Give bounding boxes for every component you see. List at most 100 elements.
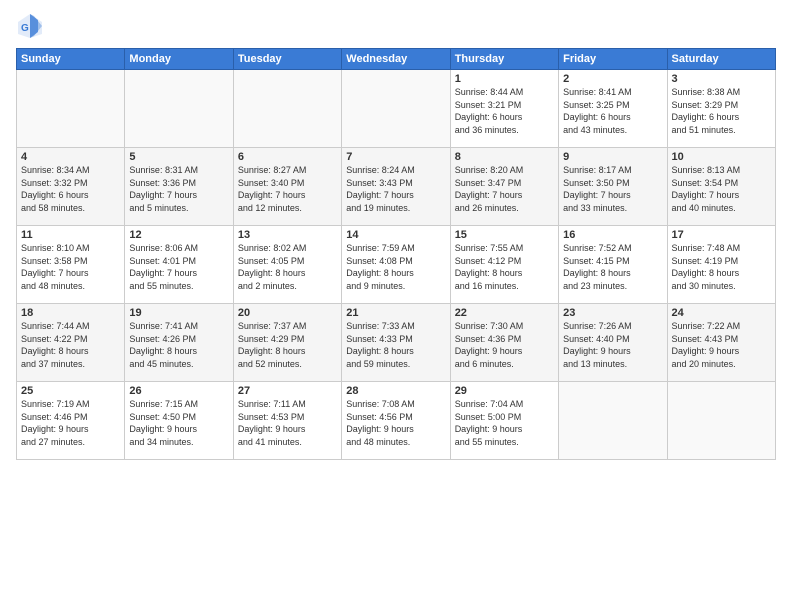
day-info: Sunrise: 7:55 AM Sunset: 4:12 PM Dayligh… [455, 242, 554, 292]
weekday-header-thursday: Thursday [450, 49, 558, 70]
header: G [16, 12, 776, 40]
day-number: 23 [563, 307, 662, 319]
calendar-cell: 4Sunrise: 8:34 AM Sunset: 3:32 PM Daylig… [17, 148, 125, 226]
calendar-cell: 14Sunrise: 7:59 AM Sunset: 4:08 PM Dayli… [342, 226, 450, 304]
calendar-body: 1Sunrise: 8:44 AM Sunset: 3:21 PM Daylig… [17, 70, 776, 460]
day-number: 10 [672, 151, 771, 163]
calendar-header: SundayMondayTuesdayWednesdayThursdayFrid… [17, 49, 776, 70]
day-info: Sunrise: 7:26 AM Sunset: 4:40 PM Dayligh… [563, 320, 662, 370]
calendar-cell [233, 70, 341, 148]
day-number: 27 [238, 385, 337, 397]
calendar-cell: 2Sunrise: 8:41 AM Sunset: 3:25 PM Daylig… [559, 70, 667, 148]
calendar-cell: 6Sunrise: 8:27 AM Sunset: 3:40 PM Daylig… [233, 148, 341, 226]
day-number: 1 [455, 73, 554, 85]
day-info: Sunrise: 7:19 AM Sunset: 4:46 PM Dayligh… [21, 398, 120, 448]
week-row-1: 1Sunrise: 8:44 AM Sunset: 3:21 PM Daylig… [17, 70, 776, 148]
day-info: Sunrise: 8:44 AM Sunset: 3:21 PM Dayligh… [455, 86, 554, 136]
calendar-cell: 24Sunrise: 7:22 AM Sunset: 4:43 PM Dayli… [667, 304, 775, 382]
calendar-cell: 18Sunrise: 7:44 AM Sunset: 4:22 PM Dayli… [17, 304, 125, 382]
day-info: Sunrise: 7:44 AM Sunset: 4:22 PM Dayligh… [21, 320, 120, 370]
day-info: Sunrise: 8:24 AM Sunset: 3:43 PM Dayligh… [346, 164, 445, 214]
day-info: Sunrise: 7:41 AM Sunset: 4:26 PM Dayligh… [129, 320, 228, 370]
calendar-page: G SundayMondayTuesdayWednesdayThursdayFr… [0, 0, 792, 612]
calendar-cell: 15Sunrise: 7:55 AM Sunset: 4:12 PM Dayli… [450, 226, 558, 304]
day-info: Sunrise: 8:34 AM Sunset: 3:32 PM Dayligh… [21, 164, 120, 214]
day-number: 13 [238, 229, 337, 241]
calendar-cell: 25Sunrise: 7:19 AM Sunset: 4:46 PM Dayli… [17, 382, 125, 460]
calendar-cell: 19Sunrise: 7:41 AM Sunset: 4:26 PM Dayli… [125, 304, 233, 382]
day-info: Sunrise: 7:11 AM Sunset: 4:53 PM Dayligh… [238, 398, 337, 448]
day-info: Sunrise: 7:52 AM Sunset: 4:15 PM Dayligh… [563, 242, 662, 292]
day-number: 9 [563, 151, 662, 163]
week-row-4: 18Sunrise: 7:44 AM Sunset: 4:22 PM Dayli… [17, 304, 776, 382]
weekday-row: SundayMondayTuesdayWednesdayThursdayFrid… [17, 49, 776, 70]
day-info: Sunrise: 8:41 AM Sunset: 3:25 PM Dayligh… [563, 86, 662, 136]
day-info: Sunrise: 7:22 AM Sunset: 4:43 PM Dayligh… [672, 320, 771, 370]
day-number: 29 [455, 385, 554, 397]
day-info: Sunrise: 8:10 AM Sunset: 3:58 PM Dayligh… [21, 242, 120, 292]
day-number: 28 [346, 385, 445, 397]
weekday-header-friday: Friday [559, 49, 667, 70]
day-info: Sunrise: 7:37 AM Sunset: 4:29 PM Dayligh… [238, 320, 337, 370]
calendar-cell: 29Sunrise: 7:04 AM Sunset: 5:00 PM Dayli… [450, 382, 558, 460]
day-number: 12 [129, 229, 228, 241]
day-info: Sunrise: 7:48 AM Sunset: 4:19 PM Dayligh… [672, 242, 771, 292]
day-number: 20 [238, 307, 337, 319]
calendar-cell: 11Sunrise: 8:10 AM Sunset: 3:58 PM Dayli… [17, 226, 125, 304]
day-info: Sunrise: 8:06 AM Sunset: 4:01 PM Dayligh… [129, 242, 228, 292]
calendar-cell: 26Sunrise: 7:15 AM Sunset: 4:50 PM Dayli… [125, 382, 233, 460]
calendar-cell: 12Sunrise: 8:06 AM Sunset: 4:01 PM Dayli… [125, 226, 233, 304]
day-info: Sunrise: 8:27 AM Sunset: 3:40 PM Dayligh… [238, 164, 337, 214]
day-info: Sunrise: 8:13 AM Sunset: 3:54 PM Dayligh… [672, 164, 771, 214]
weekday-header-saturday: Saturday [667, 49, 775, 70]
day-number: 16 [563, 229, 662, 241]
calendar-cell: 13Sunrise: 8:02 AM Sunset: 4:05 PM Dayli… [233, 226, 341, 304]
calendar-cell: 3Sunrise: 8:38 AM Sunset: 3:29 PM Daylig… [667, 70, 775, 148]
logo-icon: G [16, 12, 44, 40]
calendar-cell [342, 70, 450, 148]
svg-text:G: G [21, 23, 29, 34]
calendar-cell: 21Sunrise: 7:33 AM Sunset: 4:33 PM Dayli… [342, 304, 450, 382]
calendar-cell: 16Sunrise: 7:52 AM Sunset: 4:15 PM Dayli… [559, 226, 667, 304]
day-info: Sunrise: 7:30 AM Sunset: 4:36 PM Dayligh… [455, 320, 554, 370]
calendar-cell: 9Sunrise: 8:17 AM Sunset: 3:50 PM Daylig… [559, 148, 667, 226]
day-number: 8 [455, 151, 554, 163]
day-info: Sunrise: 8:38 AM Sunset: 3:29 PM Dayligh… [672, 86, 771, 136]
calendar-cell: 8Sunrise: 8:20 AM Sunset: 3:47 PM Daylig… [450, 148, 558, 226]
day-info: Sunrise: 7:59 AM Sunset: 4:08 PM Dayligh… [346, 242, 445, 292]
day-info: Sunrise: 8:17 AM Sunset: 3:50 PM Dayligh… [563, 164, 662, 214]
calendar-cell: 23Sunrise: 7:26 AM Sunset: 4:40 PM Dayli… [559, 304, 667, 382]
weekday-header-tuesday: Tuesday [233, 49, 341, 70]
day-info: Sunrise: 7:08 AM Sunset: 4:56 PM Dayligh… [346, 398, 445, 448]
weekday-header-wednesday: Wednesday [342, 49, 450, 70]
calendar-cell: 5Sunrise: 8:31 AM Sunset: 3:36 PM Daylig… [125, 148, 233, 226]
calendar-cell [667, 382, 775, 460]
calendar-cell [17, 70, 125, 148]
day-number: 22 [455, 307, 554, 319]
week-row-5: 25Sunrise: 7:19 AM Sunset: 4:46 PM Dayli… [17, 382, 776, 460]
day-number: 3 [672, 73, 771, 85]
day-number: 5 [129, 151, 228, 163]
calendar-cell: 22Sunrise: 7:30 AM Sunset: 4:36 PM Dayli… [450, 304, 558, 382]
day-info: Sunrise: 8:02 AM Sunset: 4:05 PM Dayligh… [238, 242, 337, 292]
logo: G [16, 12, 48, 40]
day-number: 17 [672, 229, 771, 241]
calendar-cell: 7Sunrise: 8:24 AM Sunset: 3:43 PM Daylig… [342, 148, 450, 226]
day-number: 24 [672, 307, 771, 319]
day-number: 11 [21, 229, 120, 241]
day-number: 25 [21, 385, 120, 397]
calendar-cell: 20Sunrise: 7:37 AM Sunset: 4:29 PM Dayli… [233, 304, 341, 382]
day-number: 21 [346, 307, 445, 319]
weekday-header-monday: Monday [125, 49, 233, 70]
day-number: 6 [238, 151, 337, 163]
day-number: 26 [129, 385, 228, 397]
day-info: Sunrise: 7:33 AM Sunset: 4:33 PM Dayligh… [346, 320, 445, 370]
calendar-cell: 1Sunrise: 8:44 AM Sunset: 3:21 PM Daylig… [450, 70, 558, 148]
day-info: Sunrise: 8:31 AM Sunset: 3:36 PM Dayligh… [129, 164, 228, 214]
day-number: 19 [129, 307, 228, 319]
calendar-table: SundayMondayTuesdayWednesdayThursdayFrid… [16, 48, 776, 460]
calendar-cell: 27Sunrise: 7:11 AM Sunset: 4:53 PM Dayli… [233, 382, 341, 460]
calendar-cell [559, 382, 667, 460]
day-info: Sunrise: 8:20 AM Sunset: 3:47 PM Dayligh… [455, 164, 554, 214]
week-row-3: 11Sunrise: 8:10 AM Sunset: 3:58 PM Dayli… [17, 226, 776, 304]
